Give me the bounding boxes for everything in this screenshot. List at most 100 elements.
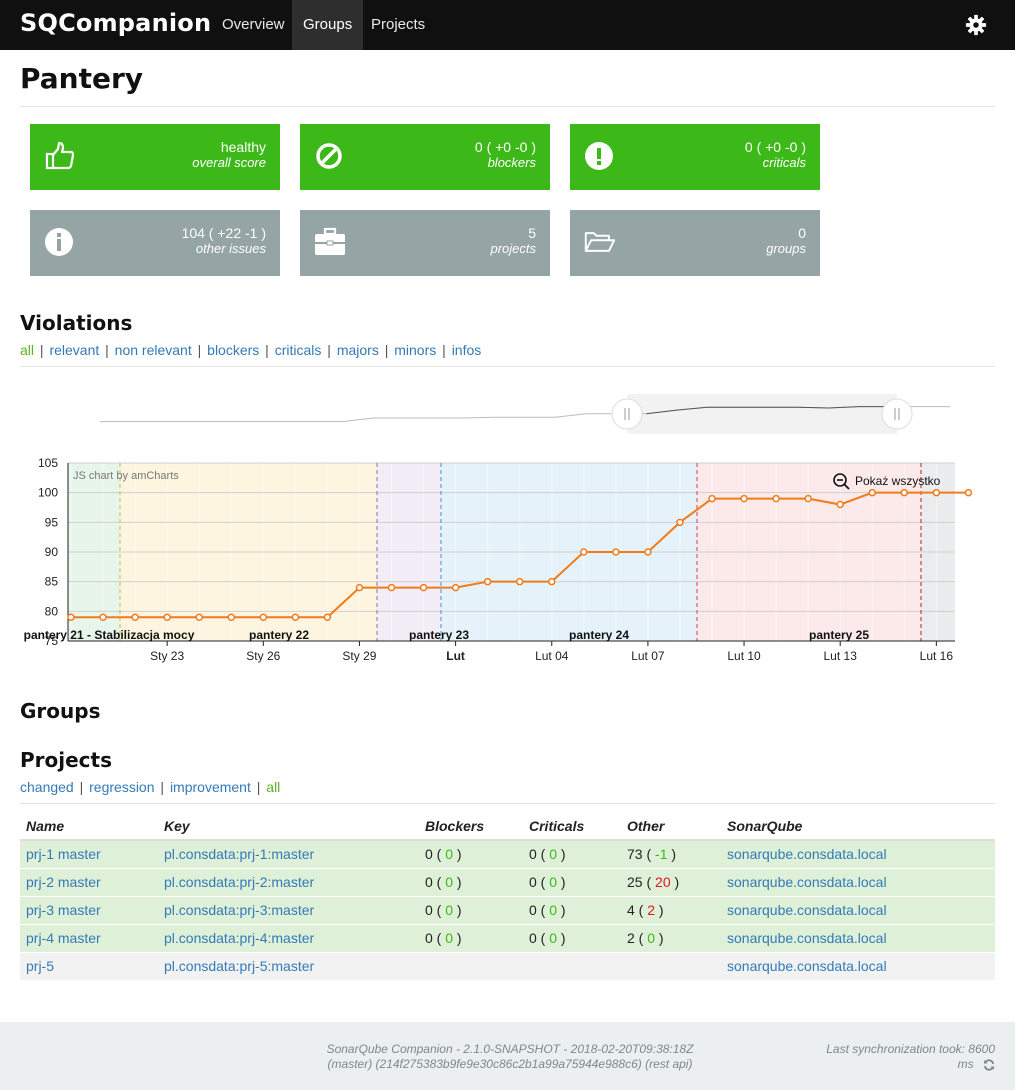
- data-point: [163, 613, 171, 622]
- project-name-link[interactable]: prj-2 master: [26, 874, 101, 890]
- sprint-label: pantery 22: [249, 628, 309, 642]
- project-name-link[interactable]: prj-5: [26, 958, 54, 974]
- col-sonarqube[interactable]: SonarQube: [721, 812, 995, 841]
- sprint-label: pantery 25: [809, 628, 869, 642]
- scrollbar-left-handle[interactable]: [611, 398, 643, 430]
- x-tick-label: Lut 10: [727, 649, 761, 663]
- col-name[interactable]: Name: [20, 812, 158, 841]
- col-blockers[interactable]: Blockers: [419, 812, 523, 841]
- filter-blockers[interactable]: blockers: [207, 342, 259, 358]
- groups-title: Groups: [20, 699, 101, 723]
- data-point: [355, 583, 364, 592]
- scrollbar-right-handle[interactable]: [881, 398, 913, 430]
- data-point: [99, 613, 107, 622]
- refresh-icon[interactable]: [983, 1059, 995, 1071]
- project-key-link[interactable]: pl.consdata:prj-2:master: [164, 874, 314, 890]
- sprint-label: pantery 23: [409, 628, 469, 642]
- other-cell: 4 ( 2 ): [621, 896, 721, 925]
- project-name-link[interactable]: prj-3 master: [26, 902, 101, 918]
- other-cell: 2 ( 0 ): [621, 924, 721, 953]
- data-point: [740, 494, 748, 503]
- tile-overall-score[interactable]: healthy overall score: [30, 124, 280, 190]
- x-tick-label: Sty 26: [246, 649, 280, 663]
- filter-majors[interactable]: majors: [337, 342, 379, 358]
- tile-value: 104 ( +22 -1 ): [181, 225, 266, 241]
- sonarqube-link[interactable]: sonarqube.consdata.local: [727, 902, 887, 918]
- criticals-cell: 0 ( 0 ): [523, 896, 621, 925]
- tile-criticals[interactable]: 0 ( +0 -0 ) criticals: [570, 124, 820, 190]
- tile-label: groups: [766, 241, 806, 256]
- x-tick-label: Lut 04: [535, 649, 569, 663]
- chart-scrollbar[interactable]: [100, 394, 950, 434]
- tile-value: 5: [528, 225, 536, 241]
- project-key-link[interactable]: pl.consdata:prj-1:master: [164, 846, 314, 862]
- filter-minors[interactable]: minors: [394, 342, 436, 358]
- data-point: [964, 488, 973, 497]
- x-tick-label: Lut 07: [631, 649, 665, 663]
- navbar: SQCompanion Overview Groups Projects: [0, 0, 1015, 50]
- nav-overview[interactable]: Overview: [211, 0, 296, 50]
- filter-non-relevant[interactable]: non relevant: [115, 342, 192, 358]
- data-point: [868, 488, 876, 497]
- filter-improvement[interactable]: improvement: [170, 779, 251, 795]
- col-key[interactable]: Key: [158, 812, 419, 841]
- y-tick-label: 95: [45, 515, 59, 529]
- project-name-link[interactable]: prj-4 master: [26, 930, 101, 946]
- divider: [20, 366, 995, 367]
- project-key-link[interactable]: pl.consdata:prj-4:master: [164, 930, 314, 946]
- y-tick-label: 100: [38, 486, 58, 500]
- data-point: [131, 613, 139, 622]
- violations-filters: all | relevant | non relevant | blockers…: [20, 342, 482, 358]
- nav-projects[interactable]: Projects: [360, 0, 436, 50]
- filter-changed[interactable]: changed: [20, 779, 74, 795]
- tile-label: other issues: [195, 241, 266, 256]
- sonarqube-link[interactable]: sonarqube.consdata.local: [727, 958, 887, 974]
- project-key-link[interactable]: pl.consdata:prj-3:master: [164, 902, 314, 918]
- scrollbar-selection[interactable]: [627, 394, 897, 434]
- filter-all-projects[interactable]: all: [266, 779, 280, 795]
- data-point: [291, 613, 300, 622]
- data-point: [548, 577, 556, 586]
- filter-criticals[interactable]: criticals: [275, 342, 322, 358]
- zoom-reset-label[interactable]: Pokaż wszystko: [855, 474, 941, 488]
- nav-groups[interactable]: Groups: [292, 0, 364, 50]
- criticals-cell: 0 ( 0 ): [523, 924, 621, 953]
- y-tick-label: 105: [38, 456, 58, 470]
- criticals-cell: 0 ( 0 ): [523, 868, 621, 897]
- sonarqube-link[interactable]: sonarqube.consdata.local: [727, 874, 887, 890]
- tile-label: overall score: [192, 155, 266, 170]
- data-point: [932, 488, 941, 497]
- data-point: [836, 500, 844, 509]
- data-point: [900, 488, 909, 497]
- data-point: [644, 548, 652, 556]
- tile-other-issues[interactable]: 104 ( +22 -1 ) other issues: [30, 210, 280, 276]
- blockers-cell: 0 ( 0 ): [419, 896, 523, 925]
- project-name-link[interactable]: prj-1 master: [26, 846, 101, 862]
- col-criticals[interactable]: Criticals: [523, 812, 621, 841]
- criticals-cell: [523, 952, 621, 981]
- filter-infos[interactable]: infos: [452, 342, 482, 358]
- filter-all[interactable]: all: [20, 342, 34, 358]
- gear-icon[interactable]: [965, 14, 987, 36]
- sonarqube-link[interactable]: sonarqube.consdata.local: [727, 930, 887, 946]
- sonarqube-link[interactable]: sonarqube.consdata.local: [727, 846, 887, 862]
- y-tick-label: 90: [45, 545, 59, 559]
- footer-build-line: (master) (214f275383b9fe9e30c86c2b1a99a7…: [327, 1057, 693, 1071]
- ban-icon: [316, 143, 342, 169]
- tile-blockers[interactable]: 0 ( +0 -0 ) blockers: [300, 124, 550, 190]
- project-key-link[interactable]: pl.consdata:prj-5:master: [164, 958, 314, 974]
- chart-credit: JS chart by amCharts: [73, 470, 179, 482]
- data-point: [772, 494, 780, 503]
- folder-open-icon: [584, 232, 616, 252]
- filter-relevant[interactable]: relevant: [49, 342, 99, 358]
- filter-regression[interactable]: regression: [89, 779, 154, 795]
- col-other[interactable]: Other: [621, 812, 721, 841]
- x-tick-label: Lut 13: [824, 649, 858, 663]
- other-cell: [621, 952, 721, 981]
- tile-projects[interactable]: 5 projects: [300, 210, 550, 276]
- violations-title: Violations: [20, 311, 133, 335]
- projects-filters: changed | regression | improvement | all: [20, 779, 281, 795]
- brand-logo[interactable]: SQCompanion: [20, 9, 211, 37]
- data-point: [227, 613, 235, 622]
- tile-groups[interactable]: 0 groups: [570, 210, 820, 276]
